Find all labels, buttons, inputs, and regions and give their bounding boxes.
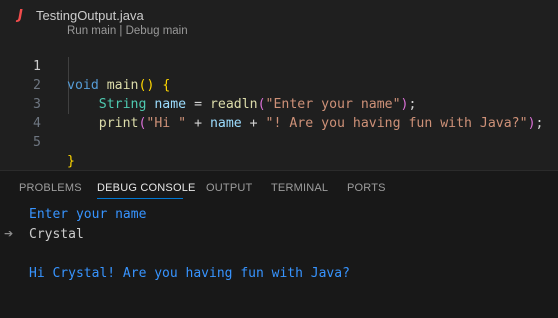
tab-ports[interactable]: PORTS — [347, 182, 386, 194]
codelens-separator: | — [116, 25, 126, 37]
code-line-5[interactable]: 5 } — [0, 114, 558, 169]
tab-output[interactable]: OUTPUT — [206, 182, 252, 194]
line-number: 5 — [33, 135, 41, 150]
active-tab-indicator — [97, 198, 183, 199]
console-output-line: Hi Crystal! Are you having fun with Java… — [29, 266, 350, 281]
codelens: Run main | Debug main — [67, 25, 188, 37]
code-line-1[interactable]: 1 void main() { — [0, 38, 558, 93]
file-name: TestingOutput.java — [36, 7, 144, 23]
code-line-3[interactable]: 3 print("Hi " + name + "! Are you having… — [0, 76, 558, 131]
run-main-link[interactable]: Run main — [67, 25, 116, 37]
code-lines[interactable]: 1 void main() { 2 String name = readln("… — [0, 38, 558, 169]
tab-terminal[interactable]: TERMINAL — [271, 182, 328, 194]
console-input-line: Crystal — [29, 227, 84, 242]
arrow-right-icon: ➔ — [4, 227, 14, 240]
tab-problems[interactable]: PROBLEMS — [19, 182, 82, 194]
brace-close: } — [67, 154, 75, 169]
code-line-4[interactable]: 4 — [0, 95, 558, 131]
panel-tabs: PROBLEMS DEBUG CONSOLE OUTPUT TERMINAL P… — [0, 171, 558, 201]
console-prompt-line: Enter your name — [29, 207, 147, 222]
java-file-icon: J — [18, 7, 23, 23]
code-line-2[interactable]: 2 String name = readln("Enter your name"… — [0, 57, 558, 112]
debug-main-link[interactable]: Debug main — [126, 25, 188, 37]
tab-debug-console[interactable]: DEBUG CONSOLE — [97, 182, 196, 194]
file-header: J TestingOutput.java — [18, 6, 144, 24]
bottom-panel: PROBLEMS DEBUG CONSOLE OUTPUT TERMINAL P… — [0, 170, 558, 318]
editor-area[interactable]: J TestingOutput.java Run main | Debug ma… — [0, 0, 558, 170]
